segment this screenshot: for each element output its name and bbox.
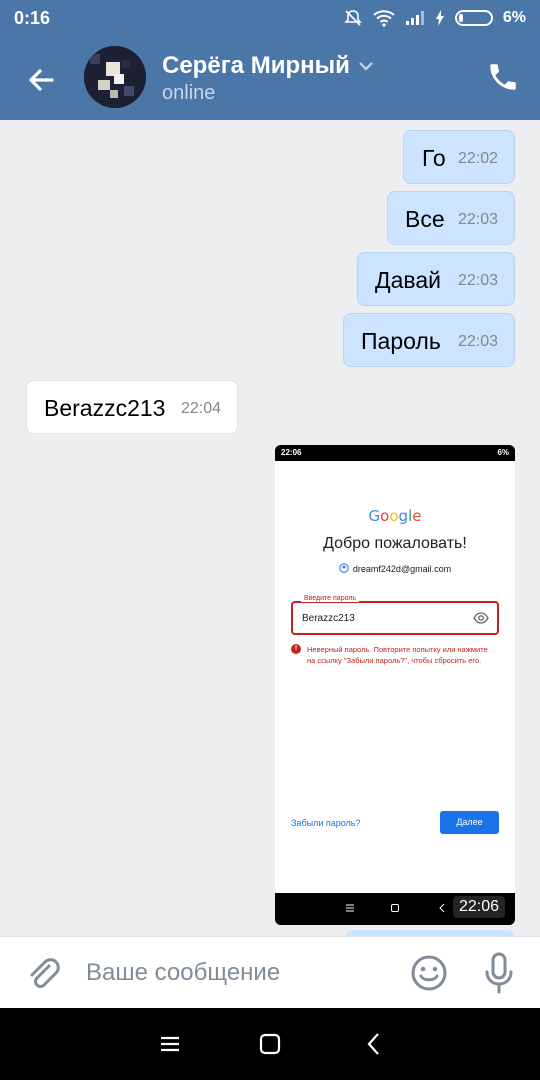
back-icon[interactable] — [360, 1030, 388, 1058]
menu-icon — [346, 904, 354, 912]
emoji-icon[interactable] — [410, 954, 448, 992]
screenshot-status-battery: 6% — [497, 448, 509, 457]
contact-name-text: Серёга Мирный — [162, 52, 350, 79]
image-message[interactable]: 22:06 6% Google Добро пожаловать! dreamf… — [275, 445, 515, 925]
avatar[interactable] — [84, 46, 146, 108]
message-time: 22:04 — [180, 400, 221, 417]
message-text: Давай — [375, 267, 441, 293]
password-value: Berazzc213 — [302, 613, 355, 624]
battery-icon — [454, 10, 493, 26]
wifi-icon — [373, 10, 395, 27]
next-button: Далее — [440, 811, 499, 834]
menu-icon[interactable] — [156, 1030, 184, 1058]
message-text: Все — [405, 206, 445, 232]
welcome-title: Добро пожаловать! — [323, 535, 467, 552]
status-time: 0:16 — [14, 8, 51, 28]
status-bar: 0:16 6% — [0, 0, 540, 38]
message-bubble[interactable]: Berazzc213 22:04 — [26, 380, 238, 434]
account-circle-icon — [339, 563, 349, 573]
message-text: Berazzc213 — [44, 395, 166, 421]
contact-name[interactable]: Серёга Мирный — [162, 52, 374, 80]
message-text: Го — [422, 145, 446, 171]
message-input[interactable]: Ваше сообщение — [86, 959, 280, 987]
google-logo: Google — [368, 507, 422, 525]
error-icon: ! — [291, 644, 301, 654]
password-label: Введите пароль — [301, 595, 360, 602]
email-text: dreamf242d@gmail.com — [352, 564, 452, 574]
message-bubble[interactable]: Пароль 22:03 — [343, 313, 515, 367]
status-icons: 6% — [343, 8, 526, 28]
phone-icon[interactable] — [486, 60, 520, 94]
chevron-down-icon — [359, 62, 373, 71]
message-bubble[interactable]: Го 22:02 — [403, 130, 515, 184]
screenshot-status-time: 22:06 — [281, 448, 302, 457]
battery-percent: 6% — [502, 9, 526, 26]
home-icon[interactable] — [256, 1030, 284, 1058]
message-time: 22:02 — [457, 150, 498, 167]
back-arrow-icon[interactable] — [22, 60, 62, 100]
back-icon — [439, 903, 445, 913]
image-message-time: 22:06 — [452, 896, 505, 918]
signal-icon — [405, 11, 424, 25]
error-message: Неверный пароль. Повторите попытку или н… — [307, 645, 488, 665]
message-list[interactable]: Го 22:02 Все 22:03 Давай 22:03 Пароль 22… — [0, 120, 540, 936]
eye-icon — [473, 612, 489, 624]
contact-status: online — [162, 82, 216, 104]
password-field: Введите пароль Berazzc213 — [291, 595, 499, 635]
charging-icon — [435, 10, 444, 26]
microphone-icon[interactable] — [484, 952, 514, 994]
system-nav-bar — [0, 1008, 540, 1080]
account-email: dreamf242d@gmail.com — [275, 563, 515, 574]
message-time: 22:03 — [457, 333, 498, 350]
message-text: Пароль — [361, 328, 441, 354]
message-input-bar: Ваше сообщение — [0, 936, 540, 1008]
message-bubble[interactable]: Все 22:03 — [387, 191, 515, 245]
message-time: 22:03 — [457, 211, 498, 228]
chat-header: Серёга Мирный online — [0, 38, 540, 120]
screenshot-status-bar: 22:06 6% — [275, 445, 515, 461]
home-icon — [391, 904, 399, 912]
message-bubble[interactable]: Давай 22:03 — [357, 252, 515, 306]
forgot-password-link: Забыли пароль? — [291, 818, 361, 828]
screenshot-content: Google Добро пожаловать! dreamf242d@gmai… — [275, 461, 515, 893]
attach-paperclip-icon[interactable] — [22, 953, 62, 993]
message-time: 22:03 — [457, 272, 498, 289]
mute-bell-icon — [343, 10, 362, 26]
